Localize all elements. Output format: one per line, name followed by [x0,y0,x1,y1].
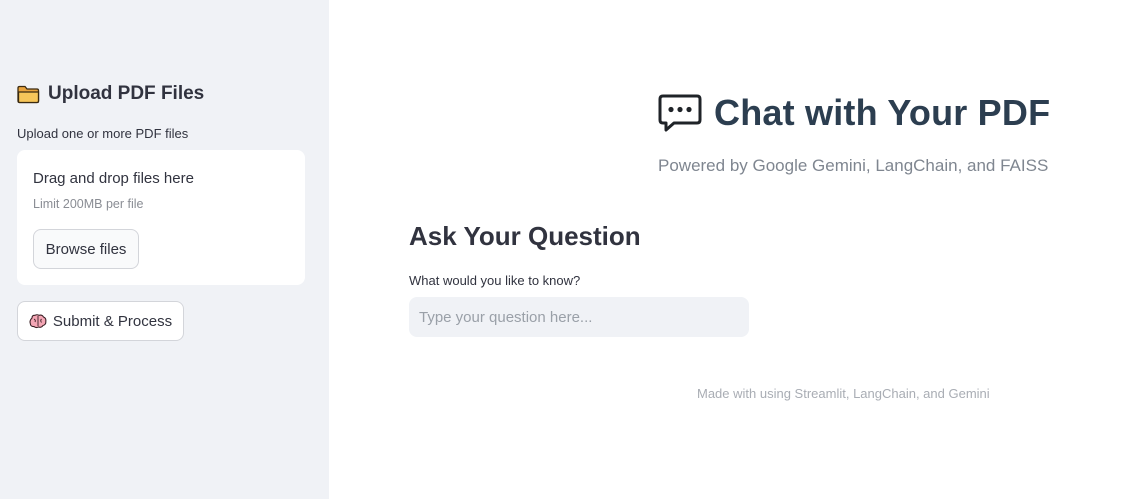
question-label: What would you like to know? [409,273,581,288]
section-title: Ask Your Question [409,221,641,251]
drop-text: Drag and drop files here [33,170,194,187]
speech-bubble-icon [658,93,702,133]
sidebar-title: Upload PDF Files [48,83,205,104]
footer-text: Made with using Streamlit, LangChain, an… [697,386,990,401]
submit-label: Submit & Process [52,312,173,330]
submit-process-button[interactable]: Submit & Process [17,301,184,341]
page-title: Chat with Your PDF [714,92,1051,133]
brain-icon [29,313,47,329]
hero-header: Chat with Your PDF [658,92,1050,134]
file-dropzone[interactable]: Drag and drop files here Limit 200MB per… [17,150,305,285]
folder-icon [17,85,40,104]
sidebar: Upload PDF Files Upload one or more PDF … [0,0,329,499]
limit-text: Limit 200MB per file [33,197,144,211]
page-subtitle: Powered by Google Gemini, LangChain, and… [658,156,1049,175]
sidebar-header: Upload PDF Files [17,83,204,105]
upload-label: Upload one or more PDF files [17,126,189,141]
question-input[interactable] [409,297,749,337]
browse-files-button[interactable]: Browse files [33,229,139,269]
